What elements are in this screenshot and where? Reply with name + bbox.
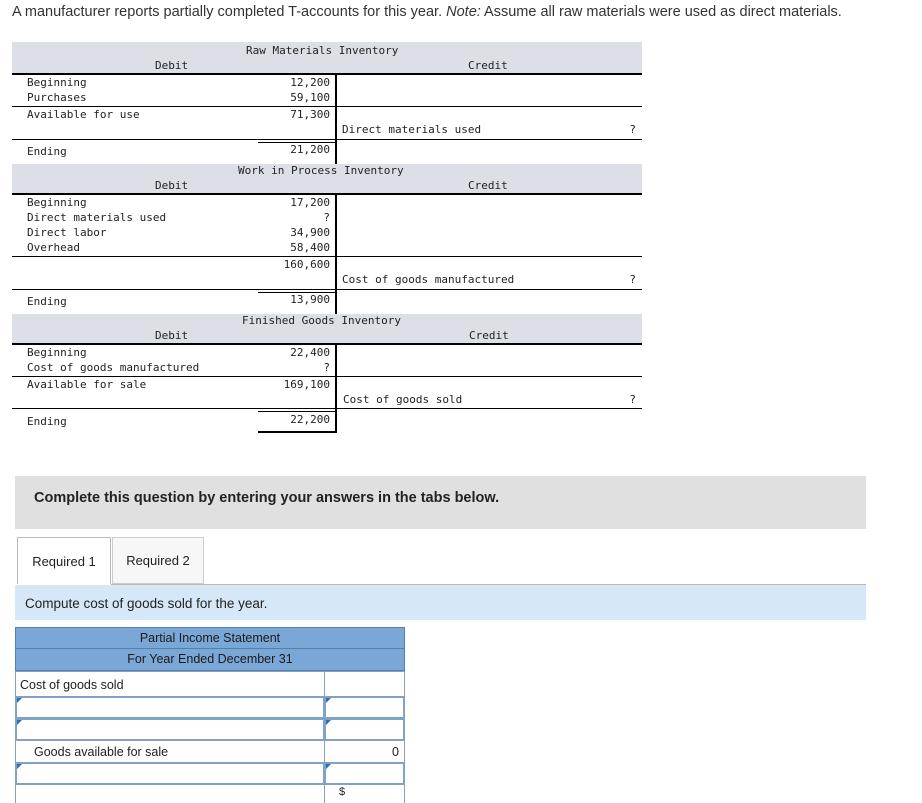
work-in-process-row-label: Overhead xyxy=(27,241,80,254)
finished-goods-ending-label: Ending xyxy=(27,415,67,428)
work-in-process-row-label: Direct materials used xyxy=(27,211,167,224)
work-in-process-credit-entry-label: Cost of goods manufactured xyxy=(342,273,515,286)
work-in-process-ending-value: 13,900 xyxy=(290,293,330,306)
intro-note-text: Assume all raw materials were used as di… xyxy=(484,4,842,20)
tab-required-1[interactable]: Required 1 xyxy=(17,537,111,584)
finished-goods-credit-entry-value: ? xyxy=(629,393,636,406)
statement-input-label[interactable] xyxy=(15,762,325,785)
raw-materials-row-label: Purchases xyxy=(27,91,87,104)
statement-subtitle: For Year Ended December 31 xyxy=(15,649,405,671)
raw-materials-credit-entry-label: Direct materials used xyxy=(342,123,482,136)
instruction-text: Compute cost of goods sold for the year. xyxy=(25,596,268,611)
work-in-process-total: 160,600 xyxy=(283,258,330,271)
work-in-process-ending-label: Ending xyxy=(27,295,67,308)
cogs-label: Cost of goods sold xyxy=(20,678,124,692)
raw-materials-row-value: 59,100 xyxy=(290,91,330,104)
finished-goods-credit-label: Credit xyxy=(469,329,509,342)
statement-input-label[interactable] xyxy=(15,718,325,741)
work-in-process-debit-label: Debit xyxy=(155,179,189,192)
statement-input-label[interactable] xyxy=(15,696,325,719)
work-in-process-credit-label: Credit xyxy=(468,179,508,192)
raw-materials-ending-label: Ending xyxy=(27,145,67,158)
question-text: Complete this question by entering your … xyxy=(34,490,500,506)
tab-label: Required 2 xyxy=(126,553,190,568)
intro-note-label: Note: xyxy=(446,4,481,20)
finished-goods-title: Finished Goods Inventory xyxy=(242,314,401,327)
work-in-process-row-value: 34,900 xyxy=(290,226,330,239)
cogs-label-cell: Cost of goods sold xyxy=(15,671,325,697)
finished-goods-debit-label: Debit xyxy=(155,329,189,342)
raw-materials-ending-value: 21,200 xyxy=(290,143,330,156)
raw-materials-row-value: 12,200 xyxy=(290,76,330,89)
tab-required-2[interactable]: Required 2 xyxy=(112,537,204,584)
available-label: Goods available for sale xyxy=(34,745,169,759)
finished-goods-row-label: Beginning xyxy=(27,346,87,359)
statement-next-row-label xyxy=(15,784,325,803)
work-in-process-row-value: 58,400 xyxy=(290,241,330,254)
raw-materials-debit-label: Debit xyxy=(155,59,189,72)
statement-next-row-amount: $ xyxy=(324,784,405,803)
raw-materials-row-label: Available for use xyxy=(27,108,140,121)
available-label-cell: Goods available for sale xyxy=(15,740,325,763)
work-in-process-row-value: 17,200 xyxy=(290,196,330,209)
available-value-cell: 0 xyxy=(324,740,405,763)
statement-title: Partial Income Statement xyxy=(15,627,405,649)
finished-goods-credit-entry-label: Cost of goods sold xyxy=(343,393,463,406)
work-in-process-row-value: ? xyxy=(323,211,330,224)
work-in-process-row-label: Direct labor xyxy=(27,226,107,239)
raw-materials-title: Raw Materials Inventory xyxy=(246,44,399,57)
work-in-process-credit-entry-value: ? xyxy=(629,273,636,286)
instruction-bar: Compute cost of goods sold for the year. xyxy=(15,585,866,620)
finished-goods-row-label: Available for sale xyxy=(27,378,147,391)
finished-goods-row-value: 169,100 xyxy=(283,378,330,391)
currency-symbol: $ xyxy=(339,786,346,798)
statement-input-amount[interactable] xyxy=(324,762,405,785)
raw-materials-row-value: 71,300 xyxy=(290,108,330,121)
cogs-empty-cell xyxy=(324,671,405,697)
finished-goods-row-value: ? xyxy=(323,361,330,374)
statement-input-amount[interactable] xyxy=(324,718,405,741)
problem-intro: A manufacturer reports partially complet… xyxy=(12,4,842,20)
raw-materials-credit-entry-value: ? xyxy=(629,123,636,136)
raw-materials-row-label: Beginning xyxy=(27,76,87,89)
statement-input-amount[interactable] xyxy=(324,696,405,719)
work-in-process-row-label: Beginning xyxy=(27,196,87,209)
tab-label: Required 1 xyxy=(32,553,96,569)
finished-goods-ending-value: 22,200 xyxy=(290,413,330,426)
work-in-process-title: Work in Process Inventory xyxy=(238,164,404,177)
raw-materials-credit-label: Credit xyxy=(468,59,508,72)
finished-goods-row-label: Cost of goods manufactured xyxy=(27,361,200,374)
available-value: 0 xyxy=(392,745,399,759)
finished-goods-row-value: 22,400 xyxy=(290,346,330,359)
intro-text: A manufacturer reports partially complet… xyxy=(12,4,443,20)
